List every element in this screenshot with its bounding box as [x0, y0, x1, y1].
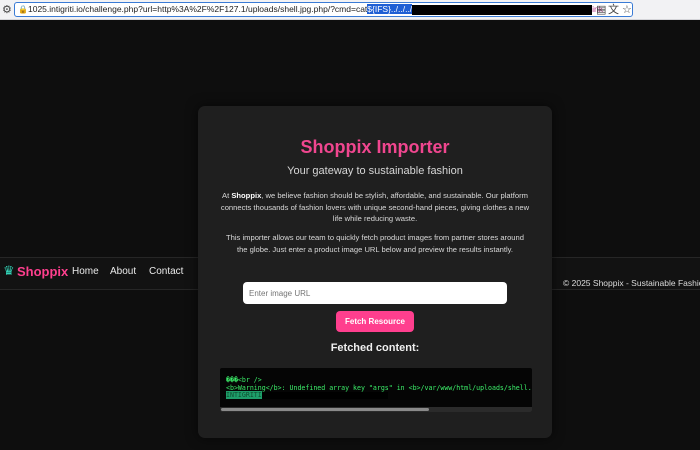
- intro-text-start: At: [222, 191, 232, 200]
- intro-paragraph: At Shoppix, we believe fashion should be…: [220, 190, 530, 225]
- output-line: ���<br />: [226, 376, 262, 384]
- importer-description: This importer allows our team to quickly…: [226, 233, 524, 254]
- page-subtitle: Your gateway to sustainable fashion: [287, 165, 463, 177]
- flag-label: INTIGRITI: [226, 391, 262, 399]
- nav-link-home[interactable]: Home: [72, 266, 99, 277]
- scrollbar-thumb[interactable]: [221, 408, 429, 411]
- nav-link-about[interactable]: About: [110, 266, 136, 277]
- dress-icon: ♛: [3, 264, 15, 279]
- fetched-output[interactable]: ���<br /> <b>Warning</b>: Undefined arra…: [220, 368, 532, 412]
- horizontal-scrollbar[interactable]: [220, 407, 532, 412]
- site-info-icon[interactable]: ⚙: [2, 3, 12, 17]
- fetch-resource-button[interactable]: Fetch Resource: [336, 311, 414, 332]
- fetched-content-heading: Fetched content:: [330, 342, 420, 354]
- importer-card: Shoppix Importer Your gateway to sustain…: [198, 106, 552, 438]
- url-text: 1025.intigriti.io/challenge.php?url=http…: [28, 4, 368, 14]
- url-redacted: [412, 4, 593, 15]
- page-title: Shoppix Importer: [300, 137, 450, 157]
- site-logo[interactable]: Shoppix: [17, 264, 68, 279]
- browser-toolbar: ⚙ 🔒 1025.intigriti.io/challenge.php?url=…: [0, 0, 700, 20]
- intro-text-end: , we believe fashion should be stylish, …: [220, 191, 530, 224]
- output-flag-line: INTIGRITI: [226, 391, 388, 399]
- translate-icon[interactable]: 文: [608, 3, 619, 17]
- intro-brand: Shoppix: [231, 191, 262, 200]
- image-url-input[interactable]: [243, 282, 507, 304]
- flag-redacted: [261, 391, 388, 399]
- lock-icon: 🔒: [18, 5, 28, 14]
- reader-mode-icon[interactable]: ▤: [596, 3, 606, 17]
- address-bar[interactable]: 🔒 1025.intigriti.io/challenge.php?url=ht…: [14, 2, 633, 17]
- bookmark-star-icon[interactable]: ☆: [622, 3, 632, 17]
- nav-link-contact[interactable]: Contact: [149, 266, 183, 277]
- url-selected-text: ${IFS}../../../: [367, 4, 413, 14]
- footer-copyright: © 2025 Shoppix - Sustainable Fashion: [563, 278, 700, 288]
